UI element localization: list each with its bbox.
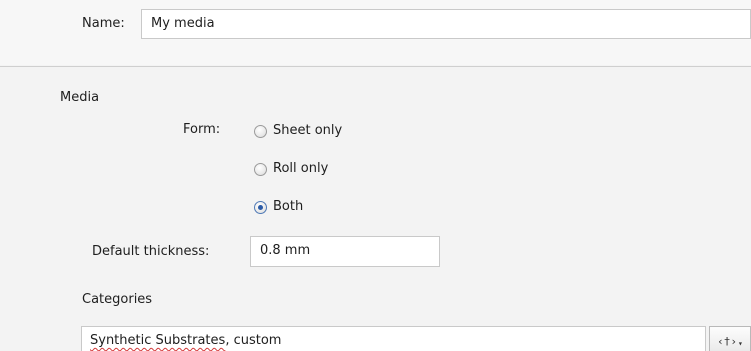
default-thickness-input[interactable]: 0.8 mm xyxy=(250,236,440,267)
radio-roll-only[interactable]: Roll only xyxy=(254,160,328,178)
radio-button-icon[interactable] xyxy=(254,162,267,176)
media-section-heading: Media xyxy=(60,90,100,105)
radio-label: Sheet only xyxy=(273,123,343,138)
form-label: Form: xyxy=(183,122,221,137)
radio-label: Roll only xyxy=(273,161,329,176)
insert-tag-button[interactable]: ‹†› ▾ xyxy=(709,326,751,351)
media-settings-form: Name: My media Media Form: Sheet only Ro… xyxy=(0,0,751,351)
categories-input[interactable]: Synthetic Substrates, custom xyxy=(81,326,706,351)
name-label: Name: xyxy=(82,16,125,31)
categories-value-rest: , custom xyxy=(225,333,282,348)
categories-heading: Categories xyxy=(82,292,153,307)
radio-button-checked-icon[interactable] xyxy=(254,200,267,214)
radio-button-icon[interactable] xyxy=(254,124,267,138)
name-input[interactable]: My media xyxy=(141,9,751,39)
section-divider xyxy=(0,66,751,67)
radio-both[interactable]: Both xyxy=(254,198,303,216)
dropdown-caret-icon: ▾ xyxy=(738,338,743,348)
radio-label: Both xyxy=(273,199,304,214)
tag-brackets-icon: ‹†› xyxy=(717,334,738,348)
default-thickness-label: Default thickness: xyxy=(92,244,210,259)
radio-sheet-only[interactable]: Sheet only xyxy=(254,122,342,140)
categories-value-misspelled: Synthetic Substrates xyxy=(90,333,226,348)
